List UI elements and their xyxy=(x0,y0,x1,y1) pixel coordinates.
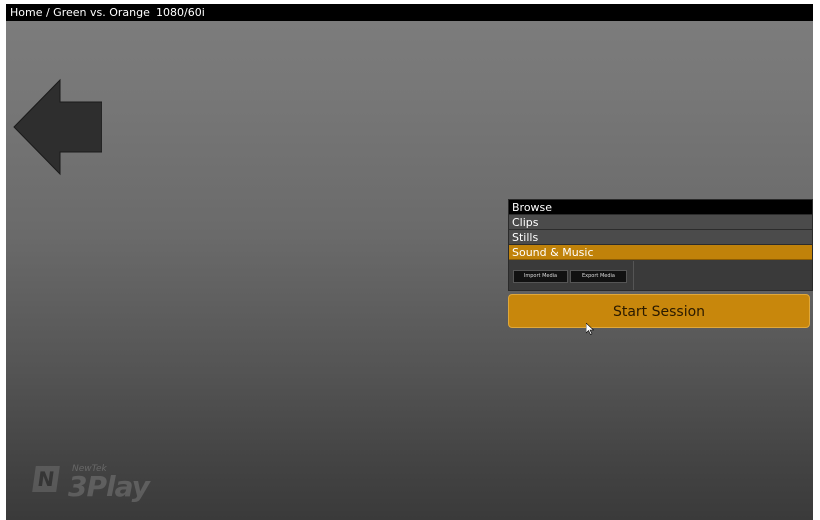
menu-item-label: Sound & Music xyxy=(512,246,594,259)
media-menu: Browse Clips Stills Sound & Music Import… xyxy=(508,199,813,291)
mouse-pointer-icon xyxy=(585,320,595,335)
start-session-button[interactable]: Start Session xyxy=(508,294,810,328)
export-media-button[interactable]: Export Media xyxy=(570,270,627,283)
menu-item-clips[interactable]: Clips xyxy=(509,215,812,230)
menu-item-label: Clips xyxy=(512,216,539,229)
newtek-n-badge: N xyxy=(32,466,60,492)
top-status-bar: Home / Green vs. Orange 1080/60i xyxy=(6,4,813,21)
product-name: 3Play xyxy=(68,470,150,503)
app-window: Home / Green vs. Orange 1080/60i Browse … xyxy=(6,4,813,520)
menu-item-sound-music[interactable]: Sound & Music xyxy=(509,245,812,260)
menu-item-label: Browse xyxy=(512,201,553,214)
back-arrow-icon[interactable] xyxy=(12,78,103,176)
menu-item-stills[interactable]: Stills xyxy=(509,230,812,245)
video-format-label: 1080/60i xyxy=(156,6,205,19)
menu-item-label: Stills xyxy=(512,231,539,244)
newtek-3play-logo: N NewTek 3Play xyxy=(32,462,184,503)
breadcrumb: Home / Green vs. Orange xyxy=(10,6,150,19)
menu-item-browse[interactable]: Browse xyxy=(509,200,812,215)
import-media-button[interactable]: Import Media xyxy=(513,270,568,283)
media-actions-panel: Import Media Export Media xyxy=(509,261,634,290)
